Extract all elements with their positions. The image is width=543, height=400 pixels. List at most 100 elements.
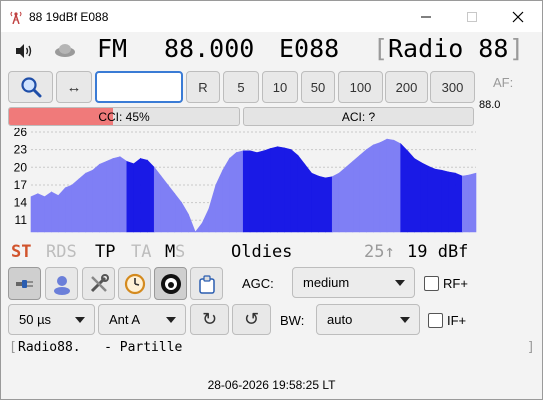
spectrum-segment (462, 174, 470, 233)
spectrum-segment (318, 175, 326, 233)
spectrum-segment (379, 138, 388, 233)
search-button[interactable] (8, 71, 53, 103)
plug-icon (15, 279, 33, 288)
spectrum-segment (263, 148, 271, 233)
spectrum-segment (359, 148, 367, 233)
spectrum-segment (468, 172, 477, 233)
main-window: 88 19dBf E088 FM 88.000 E088 [ Radio 88 … (0, 0, 543, 400)
spectrum-segment (181, 201, 189, 233)
y-tick-label: 17 (14, 178, 28, 192)
spectrum-segment (78, 172, 87, 233)
radiotext: Radio88. - Partille (18, 340, 183, 355)
close-button[interactable] (495, 1, 541, 32)
spectrum-segment (236, 150, 244, 233)
spectrum-segment (414, 157, 422, 233)
step-50-button[interactable]: 50 (301, 71, 335, 103)
antenna-select[interactable]: Ant A (98, 304, 186, 335)
spectrum-segment (331, 172, 340, 233)
step-200-button[interactable]: 200 (385, 71, 428, 103)
rf-plus-label: RF+ (443, 276, 468, 291)
spectrum-segment (373, 142, 381, 233)
stereo-flag: ST (11, 242, 32, 262)
spectrum-segment (167, 184, 176, 233)
spectrum-segment (106, 158, 114, 233)
tp-flag: TP (95, 242, 116, 262)
spectrum-segment (92, 163, 100, 233)
antenna-app-icon (10, 11, 22, 24)
bw-label: BW: (280, 313, 305, 328)
spectrum-segment (407, 150, 415, 233)
step-5-button[interactable]: 5 (223, 71, 259, 103)
spectrum-segment (37, 193, 45, 233)
scheduler-button[interactable] (118, 267, 151, 300)
deemphasis-select[interactable]: 50 µs (8, 304, 95, 335)
cci-text: CCI: 45% (98, 110, 150, 124)
user-icon (53, 275, 70, 295)
rotate-cw-button[interactable]: ↻ (190, 304, 229, 335)
rotate-ccw-button[interactable]: ↺ (232, 304, 271, 335)
connect-button[interactable] (8, 267, 41, 300)
search-icon (20, 77, 41, 98)
spectrum-segment (208, 184, 217, 233)
bandwidth-select[interactable]: auto (316, 304, 420, 335)
agc-value: medium (303, 275, 350, 290)
ps-name: Radio 88 (388, 34, 509, 63)
spectrum-segment (366, 144, 374, 233)
agc-label: AGC: (242, 276, 274, 291)
speech-flag: S (175, 242, 186, 262)
settings-button[interactable] (82, 267, 115, 300)
band-label: FM (97, 34, 128, 63)
spectrum-segment (222, 157, 230, 233)
spectrum-segment (290, 148, 299, 233)
if-plus-checkbox[interactable] (428, 313, 443, 328)
step-10-button[interactable]: 10 (262, 71, 298, 103)
signal-trend: 25↑ (364, 242, 395, 262)
radiotext-bracket-close: ] (527, 340, 535, 355)
step-100-button[interactable]: 100 (338, 71, 383, 103)
spectrum-segment (441, 169, 449, 233)
rf-plus-checkbox[interactable] (424, 276, 439, 291)
reset-button[interactable]: R (186, 71, 220, 103)
user-button[interactable] (45, 267, 78, 300)
spectrum-segment (160, 175, 169, 233)
spectrum-segment (140, 158, 148, 233)
rds-spy-button[interactable] (154, 267, 187, 300)
spectrum-segment (112, 156, 121, 233)
chevron-down-icon (400, 317, 410, 323)
agc-select[interactable]: medium (292, 267, 415, 298)
spectrum-segment (400, 143, 408, 233)
spectrum-segment (147, 159, 155, 233)
signal-strength: 19 dBf (407, 242, 469, 262)
step-300-button[interactable]: 300 (430, 71, 475, 103)
speaker-icon[interactable] (14, 43, 34, 59)
y-tick-label: 26 (14, 128, 28, 139)
cloud-icon[interactable] (53, 42, 77, 58)
spectrum-segment (352, 154, 360, 233)
radiotext-bracket-open: [ (9, 340, 17, 355)
af-list-item[interactable]: 88.0 (479, 99, 500, 111)
music-flag: M (165, 242, 176, 262)
maximize-icon (467, 11, 477, 22)
spectrum-segment (386, 138, 395, 233)
spectrum-segment (297, 154, 306, 233)
clipboard-icon (198, 274, 215, 294)
spectrum-scan-chart[interactable]: 26 23 20 17 14 11 (1, 128, 479, 236)
frequency-display[interactable]: 88.000 (164, 34, 254, 63)
pty-label: Oldies (231, 242, 293, 262)
spectrum-segment (256, 150, 265, 233)
maximize-button[interactable] (449, 1, 495, 32)
spectrum-segment (277, 146, 285, 233)
spectrum-segment (30, 193, 39, 233)
aci-meter: ACI: ? (243, 107, 474, 126)
spectrum-segment (304, 163, 312, 233)
spectrum-segment (427, 165, 436, 233)
spectrum-segment (393, 139, 401, 233)
swap-button[interactable]: ↔ (56, 71, 92, 103)
spectrum-segment (51, 191, 59, 233)
minimize-button[interactable] (403, 1, 449, 32)
spectrum-segment (174, 192, 182, 233)
clipboard-button[interactable] (190, 267, 223, 300)
chevron-down-icon (395, 280, 405, 286)
spectrum-segment (420, 162, 429, 233)
frequency-input[interactable] (95, 71, 183, 103)
